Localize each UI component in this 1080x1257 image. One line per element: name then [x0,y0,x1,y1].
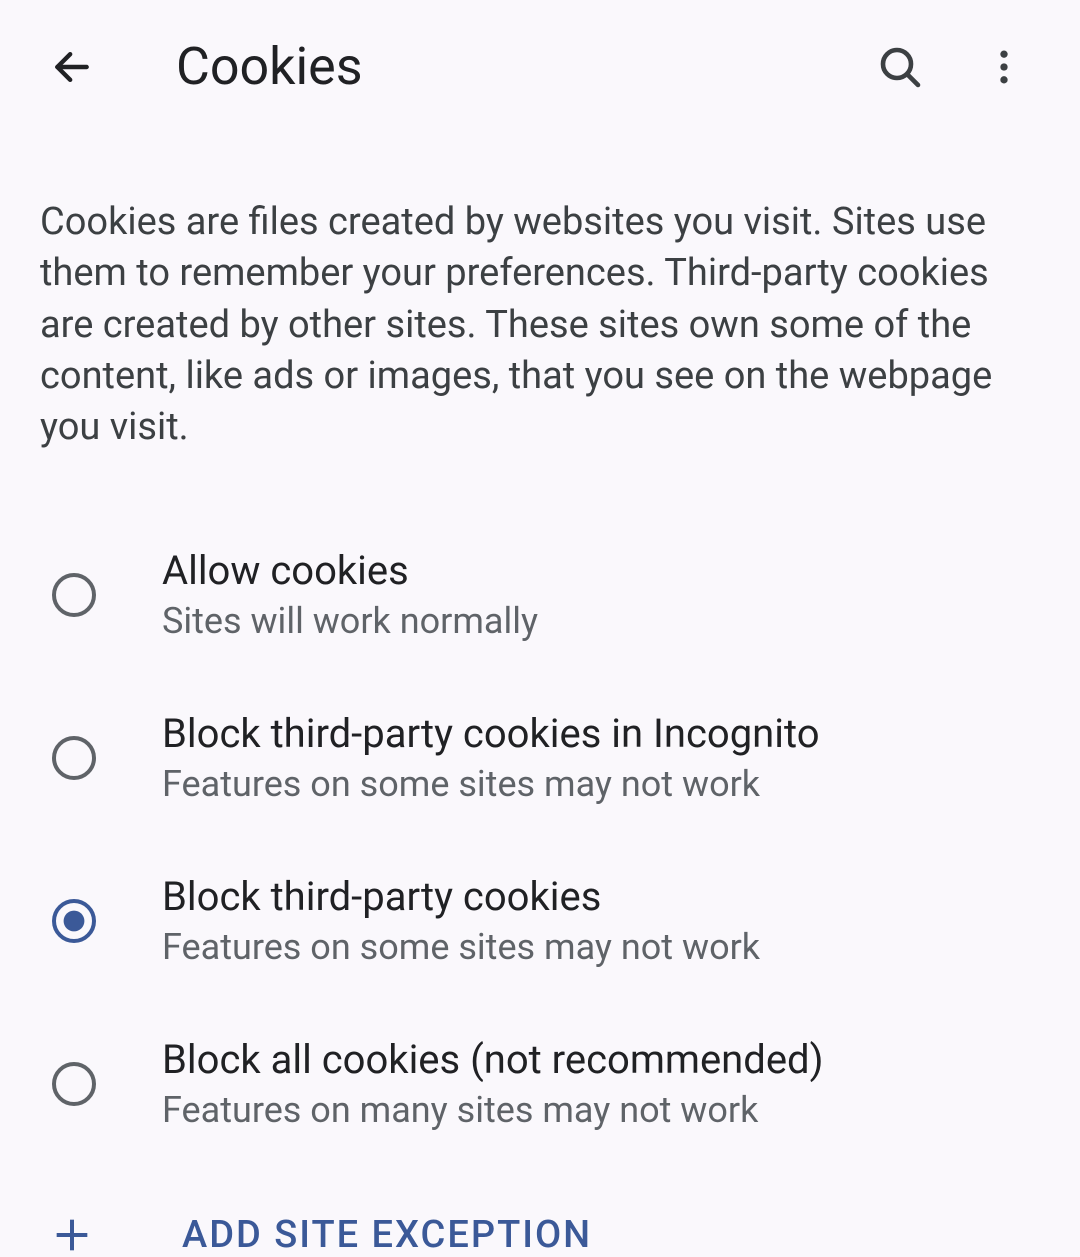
header-actions [872,39,1032,95]
add-site-exception-label: ADD SITE EXCEPTION [182,1213,592,1257]
cookie-options: Allow cookies Sites will work normally B… [0,453,1080,1165]
search-icon [876,43,924,91]
option-subtitle: Features on many sites may not work [162,1089,1040,1131]
page-title: Cookies [176,36,840,97]
option-block-all-cookies[interactable]: Block all cookies (not recommended) Feat… [40,1002,1040,1165]
option-allow-cookies[interactable]: Allow cookies Sites will work normally [40,513,1040,676]
option-title: Block all cookies (not recommended) [162,1036,1040,1083]
option-subtitle: Sites will work normally [162,600,1040,642]
back-button[interactable] [44,39,100,95]
option-block-third-party[interactable]: Block third-party cookies Features on so… [40,839,1040,1002]
option-subtitle: Features on some sites may not work [162,926,1040,968]
cookies-description: Cookies are files created by websites yo… [0,117,1080,453]
more-vert-icon [982,45,1026,89]
plus-icon [50,1213,94,1257]
radio-unchecked-icon [50,1060,98,1108]
more-button[interactable] [976,39,1032,95]
option-title: Block third-party cookies in Incognito [162,710,1040,757]
radio-block-third-party-incognito[interactable] [50,734,98,782]
radio-block-third-party[interactable] [50,897,98,945]
option-block-third-party-incognito[interactable]: Block third-party cookies in Incognito F… [40,676,1040,839]
option-text: Block third-party cookies Features on so… [162,873,1040,968]
radio-block-all-cookies[interactable] [50,1060,98,1108]
radio-checked-icon [50,897,98,945]
radio-unchecked-icon [50,734,98,782]
option-title: Allow cookies [162,547,1040,594]
option-text: Block third-party cookies in Incognito F… [162,710,1040,805]
option-text: Allow cookies Sites will work normally [162,547,1040,642]
option-subtitle: Features on some sites may not work [162,763,1040,805]
radio-unchecked-icon [50,571,98,619]
search-button[interactable] [872,39,928,95]
option-text: Block all cookies (not recommended) Feat… [162,1036,1040,1131]
arrow-left-icon [50,45,94,89]
option-title: Block third-party cookies [162,873,1040,920]
add-site-exception-button[interactable]: ADD SITE EXCEPTION [0,1165,1080,1257]
header: Cookies [0,0,1080,117]
radio-allow-cookies[interactable] [50,571,98,619]
